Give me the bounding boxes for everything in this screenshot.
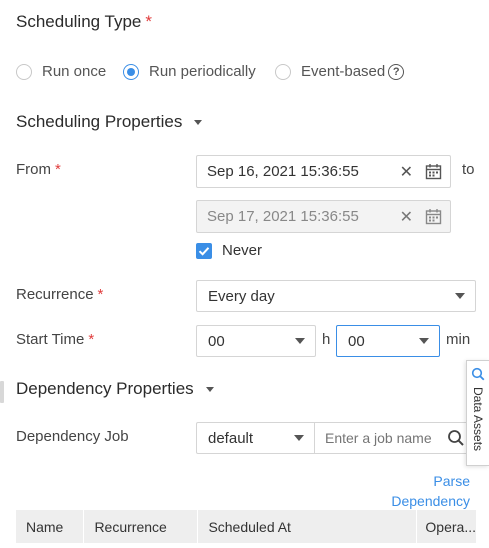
dependency-properties-header[interactable]: Dependency Properties [16,379,214,399]
column-header-name: Name [16,510,85,543]
required-mark: * [55,161,61,178]
parse-link-line2: Dependency [391,493,470,509]
end-date-picker[interactable]: Sep 17, 2021 15:36:55 ✕ [196,200,451,233]
help-icon[interactable]: ? [388,63,405,80]
minute-unit-label: min [446,331,471,348]
calendar-icon[interactable] [425,208,442,225]
job-search-input[interactable] [315,423,447,453]
parse-link-line1: Parse [433,473,470,489]
checkbox-checked-icon [196,242,212,259]
search-icon[interactable] [447,429,465,447]
minute-select[interactable]: 00 [336,325,440,357]
radio-run-periodically[interactable]: Run periodically [123,63,256,80]
minute-value: 00 [348,332,365,350]
parse-dependency-link[interactable]: Parse Dependency [370,471,470,511]
calendar-icon[interactable] [425,163,442,180]
resize-handle[interactable] [0,381,4,403]
dependency-table-header: Name Recurrence Scheduled At Opera... [16,510,476,543]
dropdown-arrow-icon [455,293,465,299]
to-label: to [462,161,475,178]
clear-icon[interactable]: ✕ [400,162,413,182]
radio-circle [275,63,291,80]
dropdown-arrow-icon [294,435,304,441]
never-label: Never [222,242,263,259]
radio-run-once[interactable]: Run once [16,63,106,80]
recurrence-label: Recurrence * [16,286,103,303]
required-mark: * [88,331,95,348]
radio-run-once-label: Run once [42,63,107,80]
dropdown-arrow-icon [419,338,429,344]
hour-select[interactable]: 00 [196,325,316,357]
dependency-job-label: Dependency Job [16,428,129,445]
radio-event-based-label: Event-based [301,63,386,80]
dropdown-arrow-icon [295,338,305,344]
column-header-scheduled-at: Scheduled At [198,510,418,543]
radio-circle-selected [123,63,139,80]
clear-icon[interactable]: ✕ [400,207,413,227]
required-mark: * [145,12,153,31]
start-time-label-text: Start Time [16,331,85,348]
radio-run-periodically-label: Run periodically [149,63,256,80]
workspace-select[interactable]: default [197,423,315,453]
from-label-text: From [16,161,51,178]
hour-value: 00 [208,332,225,350]
recurrence-select[interactable]: Every day [196,280,476,312]
workspace-value: default [208,429,254,447]
required-mark: * [97,286,104,303]
dependency-properties-title: Dependency Properties [16,379,194,398]
recurrence-value: Every day [208,287,275,305]
data-assets-tab[interactable]: Data Assets [466,360,489,466]
search-icon [471,367,485,381]
never-checkbox[interactable]: Never [196,242,262,259]
data-assets-label: Data Assets [471,387,485,452]
scheduling-type-title-text: Scheduling Type [16,12,142,31]
caret-down-icon [194,120,203,126]
column-header-recurrence: Recurrence [84,510,199,543]
scheduling-properties-title: Scheduling Properties [16,112,183,131]
caret-down-icon [205,387,214,393]
scheduling-properties-header[interactable]: Scheduling Properties [16,112,203,132]
end-date-value: Sep 17, 2021 15:36:55 [207,208,359,225]
scheduling-type-title: Scheduling Type * [16,12,152,32]
radio-circle [16,63,32,80]
hour-unit-label: h [322,331,331,348]
from-label: From * [16,161,61,178]
start-time-label: Start Time * [16,331,94,348]
start-date-value: Sep 16, 2021 15:36:55 [207,163,359,180]
radio-event-based[interactable]: Event-based ? [275,63,405,80]
column-header-operation: Opera... [425,518,476,535]
recurrence-label-text: Recurrence [16,286,94,303]
start-date-picker[interactable]: Sep 16, 2021 15:36:55 ✕ [196,155,451,188]
dependency-job-control: default [196,422,470,454]
